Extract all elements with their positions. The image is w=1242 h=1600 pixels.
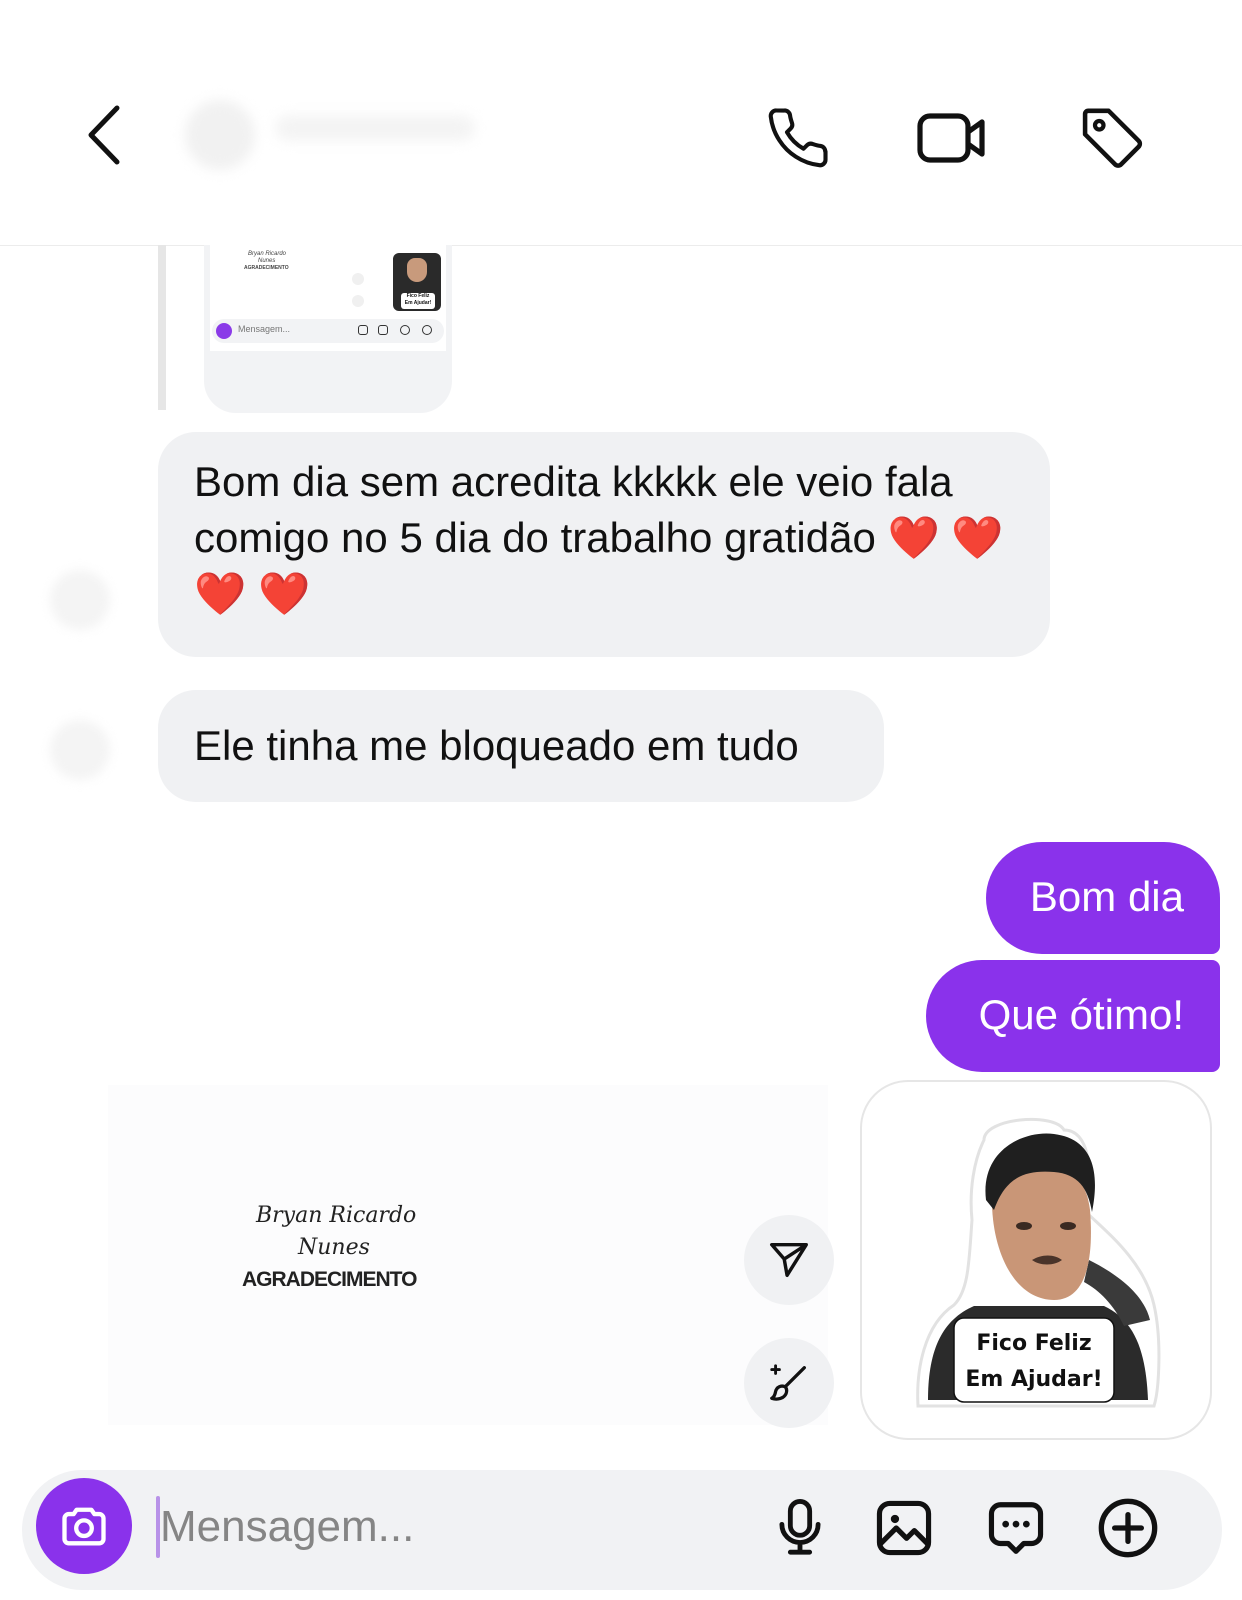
message-text: Ele tinha me bloqueado em tudo (194, 722, 799, 769)
thumb-sticker-icon (400, 325, 410, 335)
sticker-message[interactable]: Fico Feliz Em Ajudar! (860, 1080, 1212, 1440)
thumb-send-icon (352, 273, 364, 285)
message-text: Que ótimo! (978, 991, 1184, 1038)
message-bubble-outgoing[interactable]: Bom dia (986, 842, 1220, 954)
contact-name[interactable] (275, 115, 475, 141)
chat-header (0, 0, 1242, 246)
thumb-sticker: Fico Feliz Em Ajudar! (393, 253, 441, 311)
more-options-button[interactable] (1094, 1494, 1162, 1562)
thumb-camera-icon (216, 323, 232, 339)
back-button[interactable] (68, 100, 138, 170)
chevron-left-icon (88, 105, 120, 165)
message-text: Bom dia sem acredita kkkkk ele veio fala… (194, 458, 1004, 617)
send-preview-button[interactable] (744, 1215, 834, 1305)
preview-caption: AGRADECIMENTO (242, 1268, 417, 1291)
thumb-signature-line2: Nunes (258, 258, 276, 264)
message-bubble-incoming[interactable]: Bom dia sem acredita kkkkk ele veio fala… (158, 432, 1050, 657)
edit-preview-button[interactable] (744, 1338, 834, 1428)
message-bubble-incoming[interactable]: Ele tinha me bloqueado em tudo (158, 690, 884, 802)
thumb-signature-line1: Bryan Ricardo (248, 251, 287, 257)
thumb-mic-icon (358, 325, 368, 335)
camera-icon (62, 1507, 106, 1546)
sender-avatar (50, 570, 110, 630)
media-preview-area: Bryan Ricardo Nunes AGRADECIMENTO (108, 1085, 828, 1425)
thumbnail-content: Bryan Ricardo Nunes AGRADECIMENTO Fico F… (210, 245, 446, 351)
plus-circle-icon (1098, 1498, 1158, 1558)
phone-icon (768, 108, 828, 168)
signature-line2: Nunes (298, 1235, 370, 1260)
tag-icon (1082, 108, 1143, 168)
message-bubble-outgoing[interactable]: Que ótimo! (926, 960, 1220, 1072)
sticker-chat-icon (988, 1502, 1044, 1554)
reply-quote-bar (158, 245, 166, 410)
camera-button[interactable] (36, 1478, 132, 1574)
video-camera-icon (917, 113, 985, 163)
sticker-button[interactable] (982, 1494, 1050, 1562)
message-text: Bom dia (1029, 873, 1184, 920)
thumb-sticker-label: Fico Feliz Em Ajudar! (401, 293, 435, 309)
contact-avatar[interactable] (185, 100, 255, 170)
thumb-placeholder: Mensagem... (238, 324, 291, 334)
send-outline-icon (770, 1242, 808, 1278)
voice-message-button[interactable] (766, 1494, 834, 1562)
sender-avatar (50, 720, 110, 780)
tag-button[interactable] (1072, 100, 1152, 176)
microphone-icon (779, 1499, 821, 1555)
gallery-icon (876, 1500, 932, 1556)
video-call-button[interactable] (912, 100, 992, 176)
thumb-gallery-icon (378, 325, 388, 335)
thumb-sticker-face (407, 258, 427, 282)
thumb-caption: AGRADECIMENTO (244, 265, 289, 271)
thumb-sticker-line1: Fico Feliz (406, 293, 430, 299)
signature-line1: Bryan Ricardo (256, 1203, 417, 1228)
thumb-brush-icon (352, 295, 364, 307)
message-input[interactable] (160, 1492, 720, 1562)
shared-screenshot-thumbnail[interactable]: Bryan Ricardo Nunes AGRADECIMENTO Fico F… (204, 245, 452, 413)
thumb-sticker-line2: Em Ajudar! (404, 300, 432, 306)
gallery-button[interactable] (870, 1494, 938, 1562)
sticker-text-line2: Em Ajudar! (965, 1367, 1102, 1392)
magic-brush-icon (770, 1364, 806, 1401)
sticker-text-line1: Fico Feliz (976, 1331, 1091, 1356)
sticker-image: Fico Feliz Em Ajudar! (916, 1117, 1161, 1408)
voice-call-button[interactable] (760, 100, 836, 176)
thumb-plus-icon (422, 325, 432, 335)
thumb-input-bar: Mensagem... (212, 319, 444, 343)
